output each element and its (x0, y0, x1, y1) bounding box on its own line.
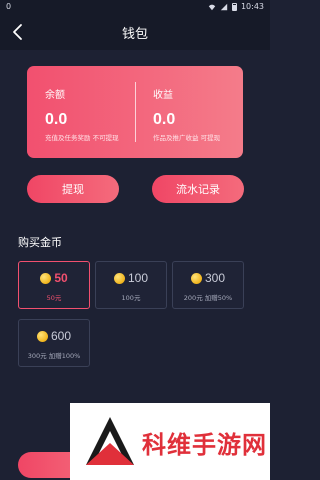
coin-price: 200元 加赠50% (183, 294, 233, 302)
card-divider (135, 82, 136, 142)
battery-icon (231, 2, 237, 11)
balance-note: 充值及任务奖励 不可提现 (45, 134, 119, 142)
income-note: 作品及推广收益 可提现 (153, 134, 221, 142)
signal-icon (220, 3, 228, 10)
wifi-icon (208, 4, 216, 10)
coin-amount: 100 (127, 271, 149, 285)
status-time: 10:43 (240, 2, 264, 11)
watermark: 科维手游网 (70, 403, 270, 480)
coin-price: 300元 加赠100% (27, 352, 81, 360)
balance-section: 余额 0.0 充值及任务奖励 不可提现 (45, 86, 119, 142)
balance-label: 余额 (45, 90, 65, 101)
watermark-text: 科维手游网 (142, 431, 267, 459)
records-button[interactable]: 流水记录 (152, 175, 244, 203)
coin-price: 100元 (121, 294, 141, 302)
status-indicator: 0 (6, 2, 12, 11)
page-title: 钱包 (121, 27, 148, 42)
coin-option-600[interactable]: 600 300元 加赠100% (18, 319, 90, 367)
coin-option-100[interactable]: 100 100元 (95, 261, 167, 309)
coin-row: 100 (96, 271, 166, 285)
coin-price: 50元 (46, 294, 62, 302)
coin-amount: 50 (54, 271, 68, 285)
status-bar: 0 10:43 (0, 0, 270, 14)
income-value: 0.0 (153, 111, 176, 128)
top-nav: 钱包 (0, 14, 270, 50)
coin-icon (113, 272, 125, 284)
coin-icon (190, 272, 202, 284)
coin-option-50[interactable]: 50 50元 (18, 261, 90, 309)
income-label: 收益 (153, 90, 173, 101)
status-right: 10:43 (208, 2, 264, 11)
wallet-card: 余额 0.0 充值及任务奖励 不可提现 收益 0.0 作品及推广收益 可提现 (27, 66, 243, 158)
coin-row: 300 (173, 271, 243, 285)
withdraw-button[interactable]: 提现 (27, 175, 119, 203)
coin-amount: 300 (204, 271, 226, 285)
coin-amount: 600 (50, 329, 72, 343)
coin-option-300[interactable]: 300 200元 加赠50% (172, 261, 244, 309)
coin-icon (36, 330, 48, 342)
watermark-logo-icon (86, 417, 134, 465)
balance-value: 0.0 (45, 111, 68, 128)
coin-row: 50 (19, 271, 89, 285)
coin-row: 600 (19, 329, 89, 343)
income-section: 收益 0.0 作品及推广收益 可提现 (153, 86, 220, 142)
coin-icon (40, 272, 52, 284)
purchase-title: 购买金币 (18, 236, 62, 249)
